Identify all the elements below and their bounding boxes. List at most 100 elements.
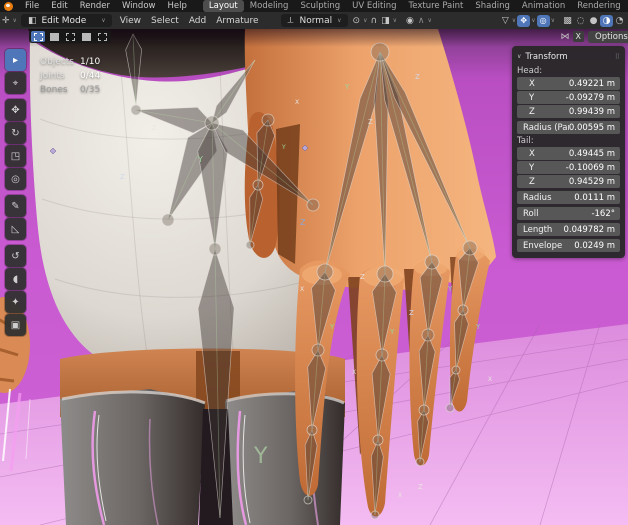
svg-text:Y: Y <box>447 285 453 293</box>
tool-shelf: ▸ ⌖ ✥ ↻ ◳ ◎ ✎ ◺ ↺ ◖ ✦ ▣ <box>5 49 26 337</box>
svg-text:Y: Y <box>329 323 335 331</box>
tab-rendering[interactable]: Rendering <box>571 0 626 12</box>
select-mode-invert[interactable] <box>79 31 93 42</box>
tab-modeling[interactable]: Modeling <box>244 0 295 12</box>
svg-text:X: X <box>238 184 243 192</box>
chevron-down-icon: ∨ <box>426 17 432 24</box>
gizmo-toggle-icon[interactable]: ✥ <box>517 15 530 27</box>
mode-dropdown[interactable]: ◧ Edit Mode ∨ <box>21 14 112 27</box>
tool-annotate[interactable]: ✎ <box>5 195 26 217</box>
menu-view[interactable]: View <box>115 16 146 26</box>
tab-shading[interactable]: Shading <box>469 0 516 12</box>
envelope-field[interactable]: Envelope 0.0249 m <box>517 239 620 252</box>
field-label: Envelope <box>523 241 562 251</box>
length-field[interactable]: Length 0.049782 m <box>517 223 620 236</box>
shading-wireframe-icon[interactable]: ◌ <box>574 15 587 27</box>
field-value: 0.49445 m <box>569 149 615 159</box>
tool-roll[interactable]: ↺ <box>5 245 26 267</box>
field-value: 0.0111 m <box>574 193 615 203</box>
pivot-point-icon[interactable]: ⊙ <box>351 16 363 26</box>
tool-cursor[interactable]: ⌖ <box>5 72 26 94</box>
head-y-field[interactable]: Y -0.09279 m <box>517 91 620 104</box>
panel-drag-handle[interactable]: ⠿ <box>615 53 620 61</box>
filter-visibility-icon[interactable]: ▽ <box>500 16 511 26</box>
falloff-icon[interactable]: ∧ <box>416 16 427 26</box>
tool-bone-envelope[interactable]: ◖ <box>5 268 26 290</box>
tool-select-box[interactable]: ▸ <box>5 49 26 71</box>
stat-bones: Bones 0/35 <box>40 83 100 97</box>
blender-window: { "menubar": { "menus": [{"label":"File"… <box>0 0 628 525</box>
menu-render[interactable]: Render <box>74 0 116 12</box>
3d-viewport[interactable]: ZYXZYXYYXZZYYXZXYXYZZZ ⋈ X Options Objec… <box>0 29 628 525</box>
tool-measure[interactable]: ◺ <box>5 218 26 240</box>
menu-armature[interactable]: Armature <box>211 16 263 26</box>
snap-magnet-icon[interactable]: ∩ <box>368 16 379 26</box>
select-mode-intersect[interactable] <box>95 31 109 42</box>
select-mode-set[interactable] <box>31 31 45 42</box>
options-button[interactable]: Options <box>588 31 628 43</box>
viewport-header-right: ⋈ X Options <box>561 29 628 44</box>
tool-bone-size[interactable]: ✦ <box>5 291 26 313</box>
svg-text:Y: Y <box>475 323 481 331</box>
select-mode-subtract[interactable] <box>63 31 77 42</box>
chevron-down-icon: ∨ <box>517 53 521 60</box>
svg-text:Z: Z <box>418 483 423 491</box>
blender-logo-icon[interactable] <box>4 2 13 11</box>
head-z-field[interactable]: Z 0.99439 m <box>517 105 620 118</box>
orientation-dropdown[interactable]: ⟂ Normal ∨ <box>281 14 348 27</box>
tail-x-field[interactable]: X 0.49445 m <box>517 147 620 160</box>
shading-rendered-icon[interactable]: ◔ <box>613 15 626 27</box>
tail-y-field[interactable]: Y -0.10069 m <box>517 161 620 174</box>
tool-move[interactable]: ✥ <box>5 99 26 121</box>
menu-help[interactable]: Help <box>161 0 192 12</box>
proportional-editing-icon[interactable]: ◉ <box>404 16 416 26</box>
svg-text:Z: Z <box>360 273 365 281</box>
mirror-x-toggle[interactable]: X <box>573 31 584 42</box>
tab-sculpting[interactable]: Sculpting <box>294 0 346 12</box>
field-value: 0.049782 m <box>563 225 615 235</box>
roll-field[interactable]: Roll -162° <box>517 207 620 220</box>
tab-animation[interactable]: Animation <box>516 0 571 12</box>
shading-solid-icon[interactable]: ● <box>587 15 600 27</box>
svg-text:Y: Y <box>197 155 203 164</box>
menu-file[interactable]: File <box>19 0 45 12</box>
menu-edit[interactable]: Edit <box>45 0 73 12</box>
mode-label: Edit Mode <box>41 16 86 26</box>
xray-toggle-icon[interactable]: ▩ <box>561 15 574 27</box>
menu-add[interactable]: Add <box>184 16 211 26</box>
field-label: Y <box>529 93 534 103</box>
field-label: Radius (Parent <box>523 123 569 133</box>
svg-text:Z: Z <box>120 173 125 181</box>
shading-material-preview-icon[interactable]: ◑ <box>600 15 613 27</box>
tab-layout[interactable]: Layout <box>203 0 244 12</box>
panel-title-row[interactable]: ∨ Transform ⠿ <box>517 49 620 64</box>
tail-z-field[interactable]: Z 0.94529 m <box>517 175 620 188</box>
mirror-icon[interactable]: ⋈ <box>561 32 570 42</box>
svg-text:Y: Y <box>281 144 286 151</box>
tool-extrude[interactable]: ▣ <box>5 314 26 336</box>
tool-scale[interactable]: ◳ <box>5 145 26 167</box>
field-value: 0.94529 m <box>569 177 615 187</box>
menu-select[interactable]: Select <box>146 16 184 26</box>
tool-rotate[interactable]: ↻ <box>5 122 26 144</box>
overlays-toggle-icon[interactable]: ◎ <box>537 15 550 27</box>
svg-text:Z: Z <box>409 309 414 317</box>
topbar: File Edit Render Window Help Layout Mode… <box>0 0 628 12</box>
field-label: Roll <box>523 209 538 219</box>
tool-transform[interactable]: ◎ <box>5 168 26 190</box>
svg-text:Y: Y <box>344 83 350 91</box>
select-mode-extend[interactable] <box>47 31 61 42</box>
radius-parent-field[interactable]: Radius (Parent 0.00595 m <box>517 121 620 134</box>
orientation-label: Normal <box>300 16 333 26</box>
select-mode-strip <box>29 30 111 43</box>
field-label: Length <box>523 225 552 235</box>
tab-texture-paint[interactable]: Texture Paint <box>403 0 470 12</box>
tab-uv-editing[interactable]: UV Editing <box>346 0 402 12</box>
head-x-field[interactable]: X 0.49221 m <box>517 77 620 90</box>
radius-field[interactable]: Radius 0.0111 m <box>517 191 620 204</box>
svg-text:Z: Z <box>368 118 373 126</box>
editor-type-icon[interactable]: ✛ <box>0 16 12 26</box>
menu-window[interactable]: Window <box>116 0 162 12</box>
field-label: X <box>529 79 535 89</box>
snap-target-icon[interactable]: ◨ <box>379 16 392 26</box>
